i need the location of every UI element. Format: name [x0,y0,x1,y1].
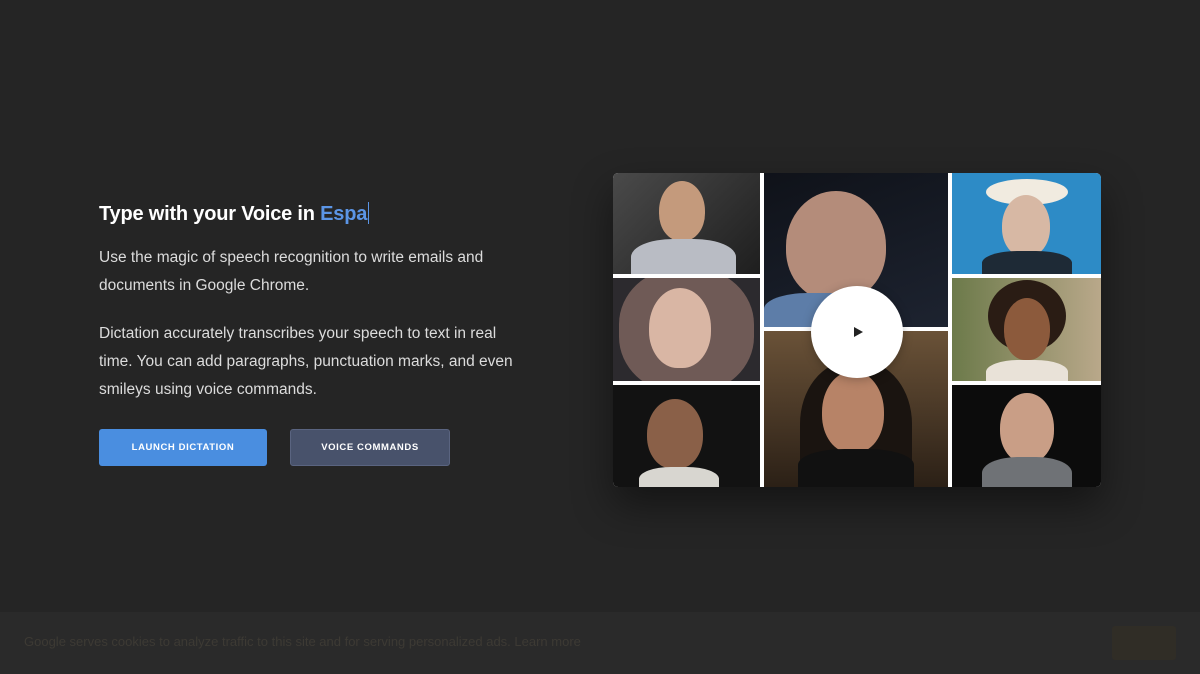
portrait-tile [952,173,1101,274]
portrait-tile [613,385,760,487]
portrait-tile [613,278,760,381]
cookie-notice-text: Google serves cookies to analyze traffic… [24,634,581,649]
typing-caret [368,202,370,224]
headline-prefix: Type with your Voice in [99,203,321,225]
cookie-accept-button[interactable] [1112,626,1176,660]
portrait-tile [952,278,1101,381]
headline-typed-language: Espa [320,203,368,225]
launch-dictation-button[interactable]: LAUNCH DICTATION [99,429,267,466]
hero-text: Type with your Voice in Espa Use the mag… [99,200,519,404]
play-icon [854,327,863,337]
description-paragraph: Dictation accurately transcribes your sp… [99,325,513,398]
page: Type with your Voice in Espa Use the mag… [0,0,1200,674]
intro-paragraph: Use the magic of speech recognition to w… [99,249,484,294]
headline: Type with your Voice in Espa [99,200,519,228]
cookie-consent-bar: Google serves cookies to analyze traffic… [0,612,1200,674]
voice-commands-button[interactable]: VOICE COMMANDS [290,429,450,466]
portrait-tile [952,385,1101,487]
play-button[interactable] [811,286,903,378]
portrait-tile [613,173,760,274]
